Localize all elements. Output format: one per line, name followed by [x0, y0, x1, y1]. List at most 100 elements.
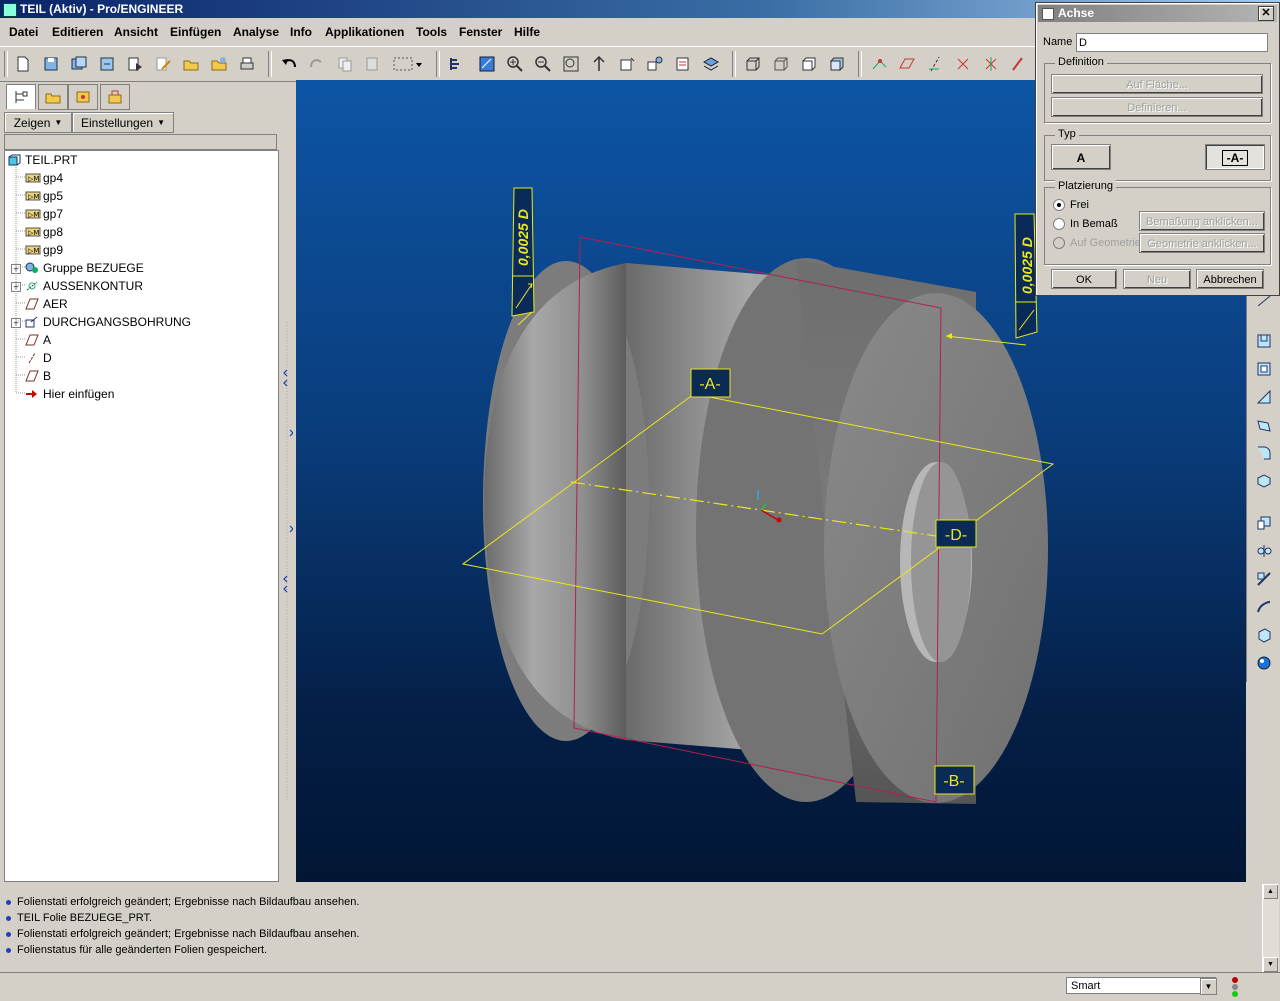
show-dropdown[interactable]: Zeigen ▼: [4, 112, 72, 133]
tab-favorites[interactable]: [68, 84, 98, 110]
wireframe-icon[interactable]: [742, 53, 764, 75]
menu-tools[interactable]: Tools: [416, 25, 447, 39]
tree-item-gp4[interactable]: ▷M gp4: [25, 169, 63, 187]
pattern-tool-icon[interactable]: [1253, 624, 1275, 646]
settings-dropdown[interactable]: Einstellungen ▼: [72, 112, 174, 133]
name-input[interactable]: [1076, 33, 1268, 52]
type-a-button[interactable]: A: [1051, 144, 1111, 170]
menu-fenster[interactable]: Fenster: [459, 25, 502, 39]
shading-icon[interactable]: [826, 53, 848, 75]
radio-free[interactable]: Frei: [1053, 199, 1089, 211]
menu-hilfe[interactable]: Hilfe: [514, 25, 540, 39]
datum-axis-display-icon[interactable]: [868, 53, 890, 75]
menu-info[interactable]: Info: [290, 25, 312, 39]
tree-item-gp8[interactable]: ▷M gp8: [25, 223, 63, 241]
tree-item-gp5[interactable]: ▷M gp5: [25, 187, 63, 205]
cancel-button[interactable]: Abbrechen: [1196, 269, 1264, 289]
revolve-tool-icon[interactable]: [1253, 386, 1275, 408]
scroll-up-icon[interactable]: ▲: [1263, 884, 1278, 899]
datum-tag-d[interactable]: -D-: [935, 519, 977, 548]
open-folder-icon[interactable]: [180, 53, 202, 75]
filter-dropdown-icon[interactable]: ▼: [1200, 978, 1217, 995]
folder-working-icon[interactable]: [208, 53, 230, 75]
filter-select[interactable]: Smart: [1066, 977, 1216, 994]
spin-center-icon[interactable]: [1008, 53, 1030, 75]
repaint-icon[interactable]: [476, 53, 498, 75]
datum-tag-b[interactable]: -B-: [934, 765, 975, 795]
hidden-line-icon[interactable]: [770, 53, 792, 75]
refit-icon[interactable]: [560, 53, 582, 75]
tree-item-b[interactable]: B: [25, 367, 51, 385]
tab-connections[interactable]: [100, 84, 130, 110]
part-large-cylinder[interactable]: [696, 258, 1048, 804]
tab-model-tree[interactable]: [6, 84, 36, 109]
saved-views-icon[interactable]: [616, 53, 638, 75]
radio-on-geometry[interactable]: Auf Geometrie: [1053, 237, 1141, 249]
menu-einfuegen[interactable]: Einfügen: [170, 25, 221, 39]
tree-item-a[interactable]: A: [25, 331, 51, 349]
tree-item-insert-here[interactable]: Hier einfügen: [25, 385, 114, 403]
menu-analyse[interactable]: Analyse: [233, 25, 279, 39]
dialog-title-bar[interactable]: Achse ✕: [1038, 5, 1277, 22]
type-axis-button[interactable]: -A-: [1205, 144, 1265, 170]
panel-splitter[interactable]: [281, 82, 294, 882]
geometric-tolerance-left[interactable]: 0,0025 D: [511, 187, 535, 326]
reorient-icon[interactable]: [588, 53, 610, 75]
datum-tag-a[interactable]: -A-: [690, 368, 731, 398]
blend-tool-icon[interactable]: [1253, 442, 1275, 464]
zoom-out-icon[interactable]: [532, 53, 554, 75]
ok-button[interactable]: OK: [1051, 269, 1117, 289]
rib-tool-icon[interactable]: [1253, 568, 1275, 590]
new-button[interactable]: Neu: [1123, 269, 1191, 289]
radio-in-dimension[interactable]: In Bemaß: [1053, 218, 1118, 230]
tree-item-gruppe-bezuege[interactable]: Gruppe BEZUEGE: [25, 259, 144, 277]
layers-icon[interactable]: [700, 53, 722, 75]
print-icon[interactable]: [236, 53, 258, 75]
print-preview-icon[interactable]: [124, 53, 146, 75]
save-copy-icon[interactable]: [96, 53, 118, 75]
tree-item-durchgangsbohrung[interactable]: DURCHGANGSBOHRUNG: [25, 313, 191, 331]
view-manager-icon[interactable]: [644, 53, 666, 75]
edit-icon[interactable]: [152, 53, 174, 75]
axis-display-icon[interactable]: [924, 53, 946, 75]
sweep-tool-icon[interactable]: [1253, 414, 1275, 436]
new-file-icon[interactable]: [12, 53, 34, 75]
menu-editieren[interactable]: Editieren: [52, 25, 103, 39]
tree-item-aussenkontur[interactable]: AUSSENKONTUR: [25, 277, 143, 295]
selection-box-dropdown[interactable]: [390, 53, 424, 75]
scroll-down-icon[interactable]: ▼: [1263, 957, 1278, 972]
layer-icon[interactable]: [672, 53, 694, 75]
zoom-in-icon[interactable]: [504, 53, 526, 75]
round-tool-icon[interactable]: [1253, 512, 1275, 534]
on-surface-button[interactable]: Auf Fläche...: [1051, 74, 1263, 94]
hole-tool-icon[interactable]: [1253, 470, 1275, 492]
menu-applikationen[interactable]: Applikationen: [325, 25, 404, 39]
menu-ansicht[interactable]: Ansicht: [114, 25, 158, 39]
regenerate-icon[interactable]: [446, 53, 468, 75]
define-button[interactable]: Definieren...: [1051, 97, 1263, 117]
analysis-tool-icon[interactable]: [1253, 652, 1275, 674]
tree-item-aer[interactable]: AER: [25, 295, 68, 313]
point-display-icon[interactable]: [952, 53, 974, 75]
redo-icon[interactable]: [306, 53, 328, 75]
open-file-icon[interactable]: [40, 53, 62, 75]
copy-icon[interactable]: [334, 53, 356, 75]
sketch-tool-icon[interactable]: [1253, 330, 1275, 352]
pick-geometry-button[interactable]: Geometrie anklicken...: [1139, 233, 1265, 253]
message-scrollbar[interactable]: ▲ ▼: [1262, 884, 1279, 972]
tab-folder-browser[interactable]: [38, 84, 68, 110]
close-icon[interactable]: ✕: [1258, 6, 1274, 21]
save-icon[interactable]: [68, 53, 90, 75]
paste-icon[interactable]: [362, 53, 384, 75]
tree-item-gp9[interactable]: ▷M gp9: [25, 241, 63, 259]
tree-item-gp7[interactable]: ▷M gp7: [25, 205, 63, 223]
menu-datei[interactable]: Datei: [9, 25, 38, 39]
shell-tool-icon[interactable]: [1253, 540, 1275, 562]
csys-display-icon[interactable]: [980, 53, 1002, 75]
tree-item-d[interactable]: D: [25, 349, 52, 367]
datum-plane-display-icon[interactable]: [896, 53, 918, 75]
no-hidden-icon[interactable]: [798, 53, 820, 75]
pick-dimension-button[interactable]: Bemaßung anklicken...: [1139, 211, 1265, 231]
extrude-tool-icon[interactable]: [1253, 358, 1275, 380]
undo-icon[interactable]: [278, 53, 300, 75]
